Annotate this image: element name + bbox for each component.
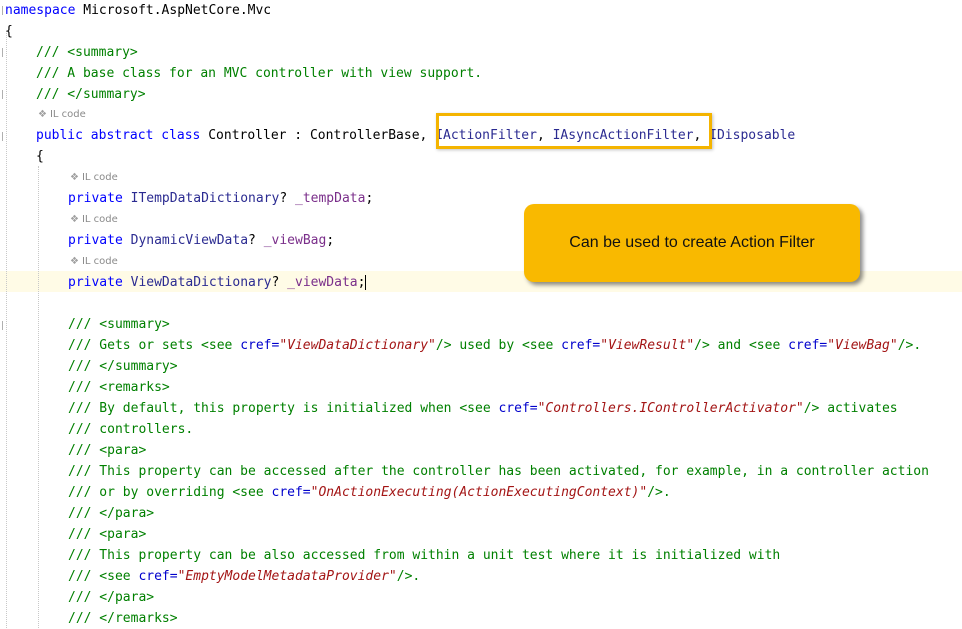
code-line-comment[interactable]: /// <para> bbox=[68, 440, 146, 461]
interface-highlight-box bbox=[436, 113, 712, 149]
callout-text: Can be used to create Action Filter bbox=[569, 234, 815, 251]
brace: { bbox=[5, 24, 13, 39]
doc-comment: /// <summary> bbox=[36, 45, 138, 60]
il-code-hint[interactable]: ❖ IL code bbox=[38, 104, 86, 125]
indent-guide bbox=[38, 166, 39, 628]
code-line-comment[interactable]: /// or by overriding <see cref="OnAction… bbox=[68, 482, 671, 503]
il-code-hint[interactable]: ❖ IL code bbox=[70, 167, 118, 188]
fold-marker[interactable] bbox=[2, 132, 9, 141]
code-line-comment[interactable]: /// This property can be also accessed f… bbox=[68, 545, 780, 566]
namespace-name: Microsoft.AspNetCore.Mvc bbox=[75, 3, 272, 18]
code-line-field[interactable]: private ViewDataDictionary? _viewData; bbox=[68, 272, 367, 293]
class-name: Controller : ControllerBase, bbox=[200, 128, 436, 143]
fold-marker[interactable] bbox=[2, 90, 9, 99]
il-code-hint[interactable]: ❖ IL code bbox=[70, 251, 118, 272]
il-code-icon: ❖ bbox=[70, 256, 79, 267]
code-line-comment[interactable]: /// <summary> bbox=[36, 42, 138, 63]
code-line-field[interactable]: private DynamicViewData? _viewBag; bbox=[68, 230, 334, 251]
code-line-comment[interactable]: /// </para> bbox=[68, 587, 154, 608]
code-line-comment[interactable]: /// </summary> bbox=[68, 356, 178, 377]
code-line-comment[interactable]: /// controllers. bbox=[68, 419, 193, 440]
brace: { bbox=[36, 149, 44, 164]
code-line-comment[interactable]: /// This property can be accessed after … bbox=[68, 461, 929, 482]
fold-marker[interactable] bbox=[2, 321, 9, 330]
il-code-icon: ❖ bbox=[70, 214, 79, 225]
code-line[interactable]: { bbox=[36, 146, 44, 167]
code-line-comment[interactable]: /// <remarks> bbox=[68, 377, 170, 398]
interface-idisposable: IDisposable bbox=[709, 128, 796, 143]
code-line-comment[interactable]: /// By default, this property is initial… bbox=[68, 398, 898, 419]
text-caret bbox=[365, 275, 367, 290]
code-line-comment[interactable]: /// Gets or sets <see cref="ViewDataDict… bbox=[68, 335, 921, 356]
keyword: namespace bbox=[5, 3, 76, 18]
code-line[interactable]: { bbox=[5, 21, 13, 42]
doc-comment: /// </summary> bbox=[36, 87, 146, 102]
code-line-comment[interactable]: /// <para> bbox=[68, 524, 146, 545]
doc-comment: /// A base class for an MVC controller w… bbox=[36, 66, 483, 81]
code-line-field[interactable]: private ITempDataDictionary? _tempData; bbox=[68, 188, 373, 209]
code-line-comment[interactable]: /// </remarks> bbox=[68, 608, 178, 629]
code-line-comment[interactable]: /// </summary> bbox=[36, 84, 146, 105]
code-line-namespace[interactable]: namespace Microsoft.AspNetCore.Mvc bbox=[5, 0, 271, 21]
code-line-comment[interactable]: /// <summary> bbox=[68, 314, 170, 335]
code-line-comment[interactable]: /// A base class for an MVC controller w… bbox=[36, 63, 482, 84]
il-code-icon: ❖ bbox=[38, 109, 47, 120]
fold-marker[interactable] bbox=[2, 48, 9, 57]
code-line-comment[interactable]: /// </para> bbox=[68, 503, 154, 524]
code-editor[interactable]: namespace Microsoft.AspNetCore.Mvc { ///… bbox=[0, 0, 962, 628]
il-code-icon: ❖ bbox=[70, 172, 79, 183]
annotation-callout: Can be used to create Action Filter bbox=[524, 204, 860, 282]
code-line-comment[interactable]: /// <see cref="EmptyModelMetadataProvide… bbox=[68, 566, 420, 587]
il-code-hint[interactable]: ❖ IL code bbox=[70, 209, 118, 230]
